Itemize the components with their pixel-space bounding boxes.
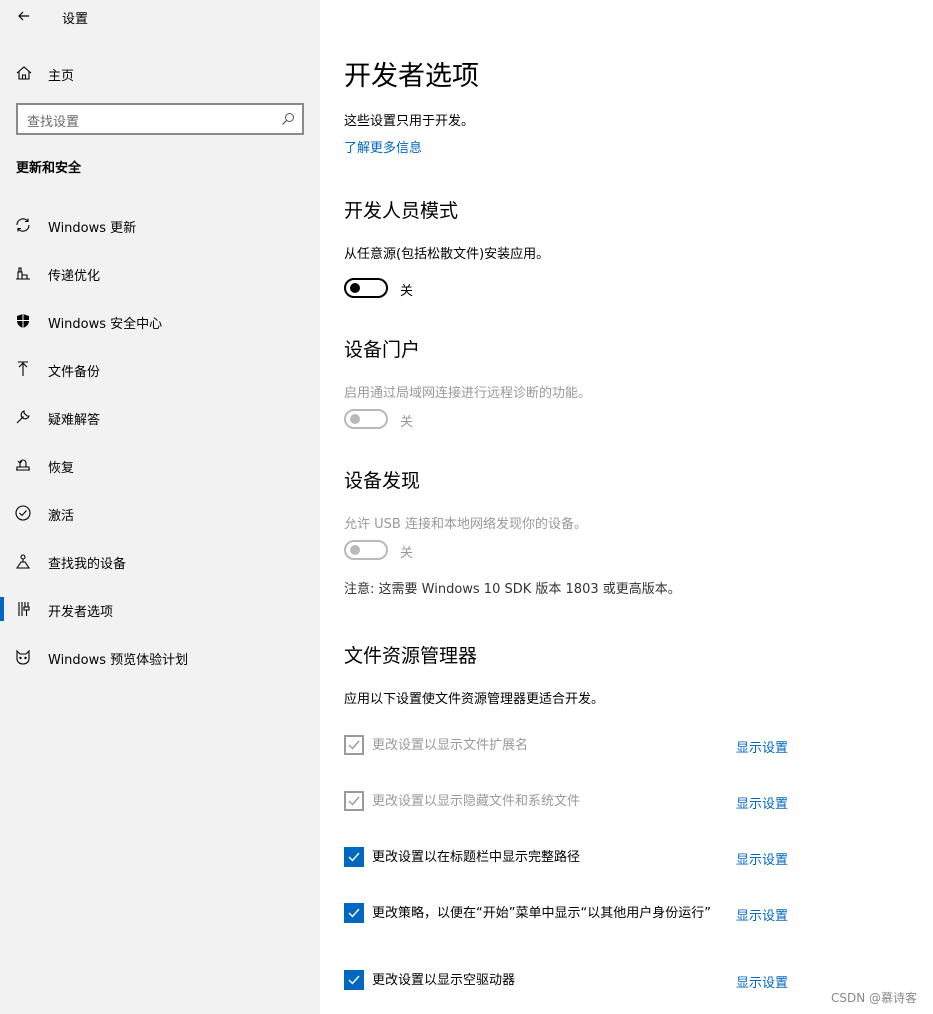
developer-mode-state: 关 xyxy=(400,284,414,299)
toggle-knob xyxy=(350,283,360,293)
checkmark-icon xyxy=(348,852,360,862)
page-title: 开发者选项 xyxy=(344,61,479,92)
home-label: 主页 xyxy=(48,69,75,84)
window-title: 设置 xyxy=(62,12,89,27)
file-explorer-heading: 文件资源管理器 xyxy=(344,645,478,667)
selection-indicator xyxy=(0,597,4,621)
insider-cat-icon xyxy=(16,649,30,665)
show-settings-link[interactable]: 显示设置 xyxy=(736,972,788,991)
sidebar: 设置 主页 查找设置 更新和安全 Windows 更新 传递优化 Windows… xyxy=(0,0,320,1014)
sidebar-item-file-backup[interactable]: 文件备份 xyxy=(0,349,320,389)
wrench-icon xyxy=(16,410,30,424)
sidebar-item-label: Windows 预览体验计划 xyxy=(48,653,189,668)
show-hidden-files-checkbox[interactable] xyxy=(344,791,364,811)
device-discovery-toggle[interactable] xyxy=(344,540,388,560)
title-bar: 设置 xyxy=(0,0,320,32)
sync-icon xyxy=(16,218,30,232)
sidebar-section-title: 更新和安全 xyxy=(16,161,82,176)
sidebar-item-windows-security[interactable]: Windows 安全中心 xyxy=(0,301,320,341)
device-discovery-heading: 设备发现 xyxy=(344,470,421,492)
sidebar-home[interactable]: 主页 xyxy=(0,56,320,90)
device-portal-heading: 设备门户 xyxy=(344,339,421,361)
checkmark-icon xyxy=(348,975,360,985)
device-discovery-text: 允许 USB 连接和本地网络发现你的设备。 xyxy=(344,517,587,532)
option-label: 更改策略，以便在“开始”菜单中显示“以其他用户身份运行” xyxy=(372,906,711,921)
sidebar-item-find-my-device[interactable]: 查找我的设备 xyxy=(0,541,320,581)
option-label: 更改设置以显示隐藏文件和系统文件 xyxy=(372,794,581,809)
developer-mode-text: 从任意源(包括松散文件)安装应用。 xyxy=(344,247,550,262)
full-path-title-checkbox[interactable] xyxy=(344,847,364,867)
sidebar-item-label: 开发者选项 xyxy=(48,605,114,620)
checkmark-icon xyxy=(348,740,360,750)
sidebar-item-troubleshoot[interactable]: 疑难解答 xyxy=(0,397,320,437)
toggle-knob xyxy=(350,414,360,424)
developer-mode-heading: 开发人员模式 xyxy=(344,200,459,222)
developer-mode-toggle[interactable] xyxy=(344,278,388,298)
sidebar-item-windows-insider[interactable]: Windows 预览体验计划 xyxy=(0,637,320,677)
sidebar-item-developer-options[interactable]: 开发者选项 xyxy=(0,589,320,629)
show-settings-link[interactable]: 显示设置 xyxy=(736,905,788,924)
search-placeholder: 查找设置 xyxy=(27,115,80,130)
option-label: 更改设置以在标题栏中显示完整路径 xyxy=(372,850,581,865)
watermark: CSDN @慕诗客 xyxy=(830,991,917,1005)
sidebar-item-label: 文件备份 xyxy=(48,365,101,380)
home-icon xyxy=(16,66,32,80)
recovery-icon xyxy=(16,459,30,471)
run-as-other-user-checkbox[interactable] xyxy=(344,903,364,923)
delivery-optimization-icon xyxy=(16,267,30,280)
show-settings-link[interactable]: 显示设置 xyxy=(736,849,788,868)
sidebar-item-delivery-optimization[interactable]: 传递优化 xyxy=(0,253,320,293)
main-content: 开发者选项 这些设置只用于开发。 了解更多信息 开发人员模式 从任意源(包括松散… xyxy=(320,0,933,1014)
check-circle-icon xyxy=(15,505,31,521)
sidebar-item-recovery[interactable]: 恢复 xyxy=(0,445,320,485)
device-portal-text: 启用通过局域网连接进行远程诊断的功能。 xyxy=(344,386,592,401)
sidebar-item-label: Windows 安全中心 xyxy=(48,317,163,332)
sidebar-item-label: 疑难解答 xyxy=(48,413,101,428)
search-input[interactable]: 查找设置 xyxy=(16,103,304,135)
device-discovery-state: 关 xyxy=(400,546,414,561)
sidebar-item-label: 查找我的设备 xyxy=(48,557,127,572)
sidebar-item-label: 恢复 xyxy=(48,461,75,476)
show-extensions-checkbox[interactable] xyxy=(344,735,364,755)
developer-tools-icon xyxy=(18,602,30,616)
shield-icon xyxy=(17,314,29,328)
checkmark-icon xyxy=(348,796,360,806)
device-discovery-note: 注意: 这需要 Windows 10 SDK 版本 1803 或更高版本。 xyxy=(344,582,681,597)
page-description: 这些设置只用于开发。 xyxy=(344,114,475,129)
backup-arrow-icon xyxy=(18,361,28,376)
sidebar-item-label: 激活 xyxy=(48,509,75,524)
find-device-icon xyxy=(15,554,31,569)
toggle-knob xyxy=(350,545,360,555)
show-settings-link[interactable]: 显示设置 xyxy=(736,737,788,756)
device-portal-toggle[interactable] xyxy=(344,409,388,429)
checkmark-icon xyxy=(348,908,360,918)
option-label: 更改设置以显示空驱动器 xyxy=(372,973,516,988)
search-icon xyxy=(282,113,294,125)
sidebar-item-windows-update[interactable]: Windows 更新 xyxy=(0,205,320,245)
show-empty-drives-checkbox[interactable] xyxy=(344,970,364,990)
learn-more-link[interactable]: 了解更多信息 xyxy=(344,137,422,156)
device-portal-state: 关 xyxy=(400,415,414,430)
file-explorer-text: 应用以下设置使文件资源管理器更适合开发。 xyxy=(344,692,605,707)
sidebar-item-label: Windows 更新 xyxy=(48,221,137,236)
option-label: 更改设置以显示文件扩展名 xyxy=(372,738,529,753)
back-arrow-icon xyxy=(18,11,29,21)
sidebar-item-label: 传递优化 xyxy=(48,269,101,284)
show-settings-link[interactable]: 显示设置 xyxy=(736,793,788,812)
back-button[interactable] xyxy=(12,4,36,28)
sidebar-item-activation[interactable]: 激活 xyxy=(0,493,320,533)
